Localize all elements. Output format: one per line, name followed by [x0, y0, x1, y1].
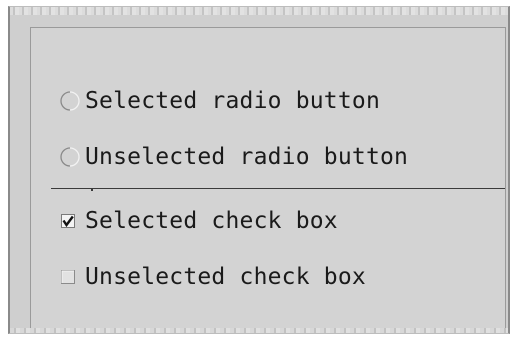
options-separator — [51, 188, 505, 189]
radio-unselected-label: Unselected radio button — [85, 144, 409, 170]
window-top-edge — [10, 7, 508, 15]
separator-tick — [91, 188, 93, 191]
checkbox-unselected-option[interactable]: Unselected check box — [59, 260, 366, 294]
options-panel: Selected radio button Unselected radio b… — [30, 27, 506, 330]
radio-selected-option[interactable]: Selected radio button — [59, 84, 380, 118]
radio-circle-icon[interactable] — [59, 90, 81, 112]
checkbox-selected-label: Selected check box — [85, 208, 338, 234]
options-window: Selected radio button Unselected radio b… — [8, 6, 510, 334]
radio-unselected-option[interactable]: Unselected radio button — [59, 140, 408, 174]
window-bottom-edge — [10, 328, 508, 333]
radio-selected-label: Selected radio button — [85, 88, 380, 114]
checkbox-unselected-label: Unselected check box — [85, 264, 366, 290]
checkmark-box-icon[interactable] — [61, 214, 75, 228]
empty-box-icon[interactable] — [61, 270, 75, 284]
checkbox-selected-option[interactable]: Selected check box — [59, 204, 338, 238]
radio-circle-icon[interactable] — [59, 146, 81, 168]
